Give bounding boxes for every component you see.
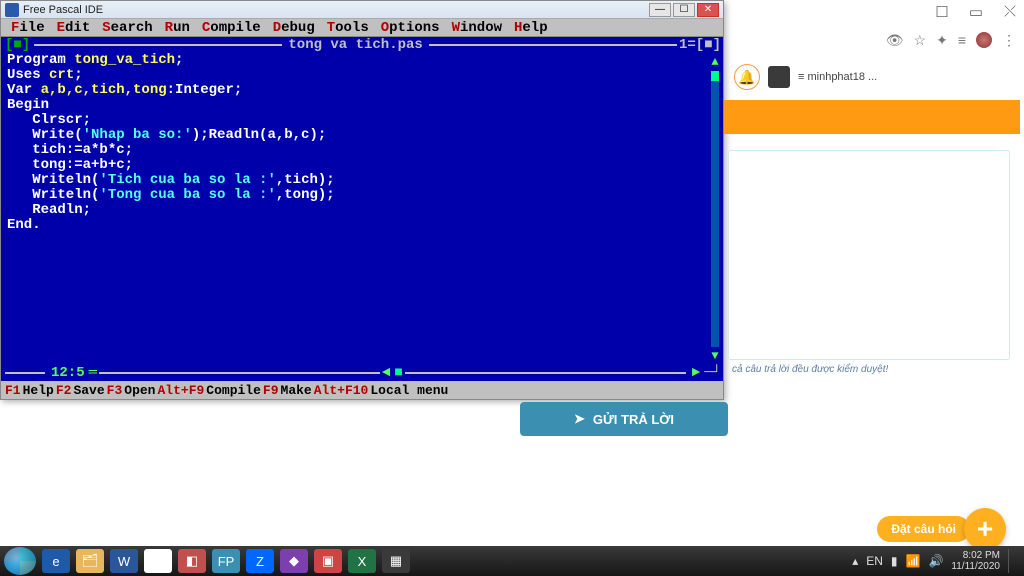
maximize-button[interactable]: ☐ <box>673 3 695 17</box>
user-avatar[interactable] <box>768 66 790 88</box>
scroll-up-icon[interactable]: ▲ <box>711 55 718 69</box>
answer-textarea[interactable] <box>728 150 1010 360</box>
fkey-F2[interactable]: F2 <box>56 383 72 398</box>
screenshot-icon[interactable]: ▦ <box>382 549 410 573</box>
menu-dit[interactable]: Edit <box>51 20 97 36</box>
menu-ompile[interactable]: Compile <box>196 20 267 36</box>
ask-label: Đặt câu hỏi <box>877 516 970 542</box>
resize-corner-icon[interactable]: ─┘ <box>704 365 721 381</box>
app-icon-1[interactable]: ◧ <box>178 549 206 573</box>
browser-minimize-icon[interactable]: ☐ <box>932 3 952 19</box>
ie-icon[interactable]: e <box>42 549 70 573</box>
menu-ebug[interactable]: Debug <box>267 20 321 36</box>
cursor-position: 12:5 <box>47 365 89 381</box>
scroll-track[interactable] <box>711 71 719 347</box>
browser-toolbar-icons: 👁 ☆ ✦ ≡ ⋮ <box>886 30 1016 50</box>
frame-close-icon[interactable]: [■] <box>3 37 32 53</box>
editor-frame-top: [■] tong va tich.pas 1=[■] <box>3 37 721 53</box>
list-icon[interactable]: ≡ <box>958 32 966 48</box>
browser-maximize-icon[interactable]: ▭ <box>966 3 986 19</box>
code-text[interactable]: Program tong_va_tich; Uses crt; Var a,b,… <box>7 53 707 365</box>
username-label[interactable]: ≡ minhphat18 ... <box>798 71 877 83</box>
show-desktop-button[interactable] <box>1008 549 1016 573</box>
excel-icon[interactable]: X <box>348 549 376 573</box>
vertical-scrollbar[interactable]: ▲ ▼ <box>709 55 721 363</box>
word-icon[interactable]: W <box>110 549 138 573</box>
ide-menubar: FileEditSearchRunCompileDebugToolsOption… <box>1 19 723 37</box>
app-icon-3[interactable]: ◆ <box>280 549 308 573</box>
browser-close-icon[interactable]: ⤬ <box>1000 3 1020 19</box>
clock[interactable]: 8:02 PM 11/11/2020 <box>951 550 1000 572</box>
scroll-down-icon[interactable]: ▼ <box>711 349 718 363</box>
submit-answer-button[interactable]: ➤ GỬI TRẢ LỜI <box>520 402 728 436</box>
ask-question-fab[interactable]: Đặt câu hỏi + <box>877 508 1006 550</box>
eye-icon[interactable]: 👁 <box>886 32 904 49</box>
chrome-icon[interactable]: ◉ <box>144 549 172 573</box>
clock-time: 8:02 PM <box>951 550 1000 561</box>
zalo-icon[interactable]: Z <box>246 549 274 573</box>
ide-app-icon <box>5 3 19 17</box>
ide-titlebar[interactable]: Free Pascal IDE — ☐ ✕ <box>1 1 723 19</box>
fkey-F9[interactable]: F9 <box>263 383 279 398</box>
menu-indow[interactable]: Window <box>446 20 508 36</box>
editor-filename: tong va tich.pas <box>284 37 426 53</box>
star-icon[interactable]: ☆ <box>914 32 927 49</box>
menu-ptions[interactable]: Options <box>375 20 446 36</box>
volume-icon[interactable]: 🔊 <box>928 554 943 568</box>
scroll-right-icon[interactable]: ► <box>688 365 704 381</box>
language-indicator[interactable]: EN <box>866 554 883 568</box>
menu-ools[interactable]: Tools <box>321 20 375 36</box>
menu-elp[interactable]: Help <box>508 20 554 36</box>
profile-avatar-icon[interactable] <box>976 32 992 48</box>
submit-label: GỬI TRẢ LỜI <box>593 412 674 427</box>
fkey-Alt+F9[interactable]: Alt+F9 <box>157 383 204 398</box>
menu-un[interactable]: Run <box>159 20 196 36</box>
network-icon[interactable]: 📶 <box>906 554 921 568</box>
nav-bar[interactable] <box>724 100 1020 134</box>
start-button[interactable] <box>4 547 36 575</box>
clock-date: 11/11/2020 <box>951 561 1000 572</box>
notification-bell-icon[interactable]: 🔔 <box>734 64 760 90</box>
hscroll-thumb[interactable]: ■ <box>394 365 402 381</box>
app-icon-4[interactable]: ▣ <box>314 549 342 573</box>
menu-earch[interactable]: Search <box>96 20 158 36</box>
scroll-left-icon[interactable]: ◄ <box>382 365 394 381</box>
ide-editor[interactable]: [■] tong va tich.pas 1=[■] Program tong_… <box>1 37 723 381</box>
app-icon-2[interactable]: FP <box>212 549 240 573</box>
fkey-F3[interactable]: F3 <box>107 383 123 398</box>
ide-window-title: Free Pascal IDE <box>23 4 649 16</box>
extension-icon[interactable]: ✦ <box>936 32 948 49</box>
close-button[interactable]: ✕ <box>697 3 719 17</box>
explorer-icon[interactable]: 🗂 <box>76 549 104 573</box>
editor-frame-bottom: 12:5 ═ ◄ ■ ► ─┘ <box>3 365 721 381</box>
send-icon: ➤ <box>574 411 585 427</box>
show-hidden-icon[interactable]: ▴ <box>852 554 858 568</box>
plus-icon: + <box>964 508 1006 550</box>
webpage-fragment: 🔔 ≡ minhphat18 ... cả câu trả lời đều đư… <box>724 60 1020 379</box>
minimize-button[interactable]: — <box>649 3 671 17</box>
fkey-F1[interactable]: F1 <box>5 383 21 398</box>
browser-window-controls: ☐ ▭ ⤬ <box>932 0 1020 22</box>
free-pascal-ide-window: Free Pascal IDE — ☐ ✕ FileEditSearchRunC… <box>0 0 724 400</box>
review-note: cả câu trả lời đều được kiểm duyệt! <box>724 360 1020 379</box>
ide-statusbar: F1 Help F2 Save F3 Open Alt+F9 Compile F… <box>1 381 723 399</box>
flag-icon[interactable]: ▮ <box>891 554 898 568</box>
kebab-menu-icon[interactable]: ⋮ <box>1002 32 1016 49</box>
taskbar-apps: e🗂W◉◧FPZ◆▣X▦ <box>42 549 410 573</box>
system-tray: ▴ EN ▮ 📶 🔊 8:02 PM 11/11/2020 <box>852 549 1020 573</box>
menu-ile[interactable]: File <box>5 20 51 36</box>
fkey-Alt+F10[interactable]: Alt+F10 <box>314 383 369 398</box>
windows-taskbar: e🗂W◉◧FPZ◆▣X▦ ▴ EN ▮ 📶 🔊 8:02 PM 11/11/20… <box>0 546 1024 576</box>
window-number-indicator: 1=[■] <box>679 37 721 53</box>
scroll-thumb[interactable] <box>711 71 719 81</box>
